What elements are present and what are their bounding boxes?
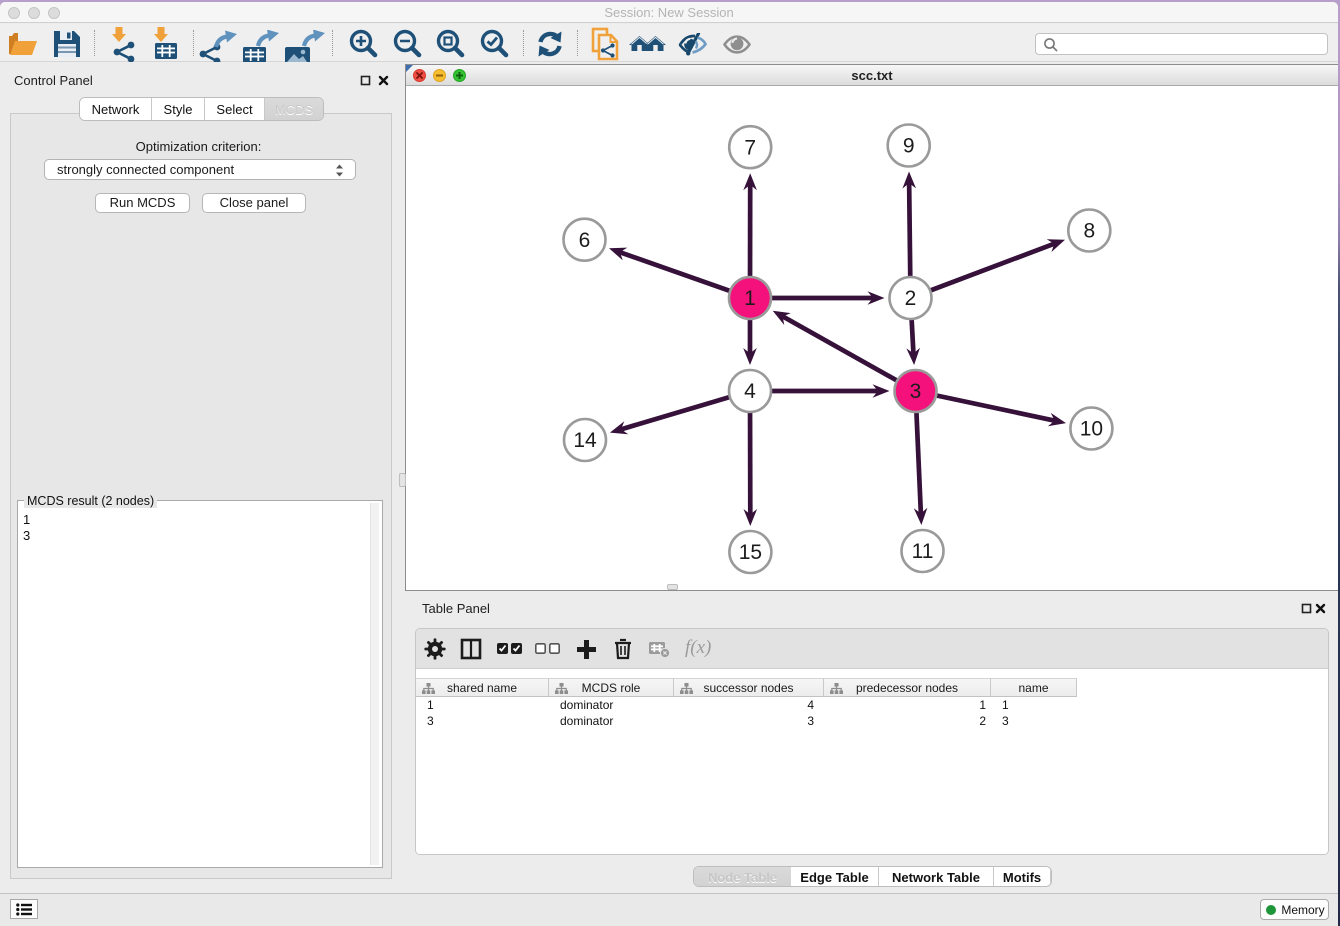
svg-text:15: 15 bbox=[739, 541, 762, 564]
svg-text:11: 11 bbox=[912, 540, 934, 563]
svg-text:6: 6 bbox=[579, 229, 591, 252]
svg-text:9: 9 bbox=[903, 135, 915, 158]
svg-text:2: 2 bbox=[905, 287, 917, 310]
svg-text:10: 10 bbox=[1080, 418, 1103, 441]
svg-text:8: 8 bbox=[1083, 220, 1095, 243]
svg-text:1: 1 bbox=[744, 287, 756, 310]
svg-text:7: 7 bbox=[744, 136, 756, 159]
svg-text:14: 14 bbox=[573, 429, 597, 452]
svg-text:4: 4 bbox=[744, 380, 756, 403]
svg-text:3: 3 bbox=[910, 380, 922, 403]
